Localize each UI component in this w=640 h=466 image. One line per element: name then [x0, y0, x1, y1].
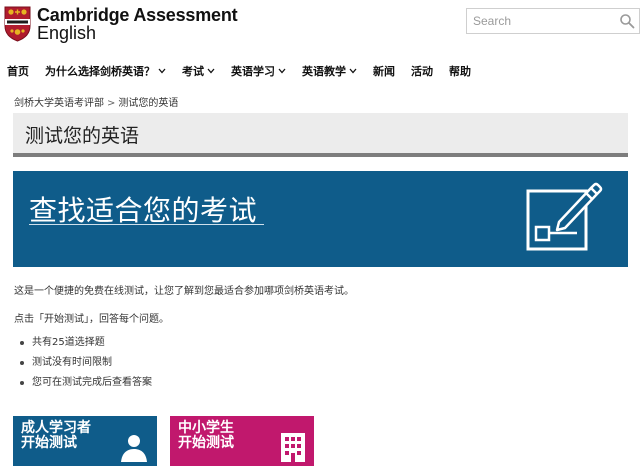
nav-label: 英语学习 — [231, 65, 275, 78]
school-student-start-button[interactable]: 中小学生 开始测试 — [170, 416, 314, 466]
nav-help[interactable]: 帮助 — [449, 63, 471, 79]
banner-title-underline — [29, 224, 264, 225]
cta-line-2: 开始测试 — [178, 435, 234, 451]
cta-line-1: 成人学习者 — [21, 420, 91, 436]
nav-label: 帮助 — [449, 65, 471, 78]
site-header: Cambridge Assessment English — [0, 0, 640, 56]
list-item-text: 共有25道选择题 — [32, 337, 105, 348]
nav-events[interactable]: 活动 — [411, 63, 433, 79]
chevron-down-icon — [349, 68, 357, 74]
breadcrumb-parent-link[interactable]: 剑桥大学英语考评部 — [14, 98, 104, 109]
bullet-dot — [20, 361, 24, 365]
chevron-down-icon — [278, 68, 286, 74]
brand-line-1: Cambridge Assessment — [37, 5, 238, 25]
search-box[interactable] — [466, 8, 640, 34]
cta-line-2: 开始测试 — [21, 435, 77, 451]
nav-label: 英语教学 — [302, 65, 346, 78]
nav-label: 为什么选择剑桥英语？ — [45, 65, 155, 78]
nav-news[interactable]: 新闻 — [373, 63, 395, 79]
search-input[interactable] — [467, 9, 607, 33]
page-title: 测试您的英语 — [25, 125, 140, 147]
nav-label: 活动 — [411, 65, 433, 78]
hero-banner: 查找适合您的考试 — [13, 171, 628, 267]
nav-label: 考试 — [182, 65, 204, 78]
list-item-text: 测试没有时间限制 — [32, 357, 112, 368]
breadcrumb-separator: > — [107, 98, 116, 109]
search-icon[interactable] — [619, 13, 635, 29]
list-item: 测试没有时间限制 — [20, 356, 152, 376]
instruction-text: 点击「开始测试」，回答每个问题。 — [14, 314, 169, 325]
banner-title: 查找适合您的考试 — [29, 194, 258, 227]
chevron-down-icon — [207, 68, 215, 74]
list-item-text: 您可在测试完成后查看答案 — [32, 377, 152, 388]
page-title-bar: 测试您的英语 — [13, 113, 628, 157]
feature-list: 共有25道选择题 测试没有时间限制 您可在测试完成后查看答案 — [20, 336, 152, 396]
pencil-form-icon — [526, 182, 603, 251]
nav-exams[interactable]: 考试 — [182, 63, 215, 79]
breadcrumb-current: 测试您的英语 — [118, 98, 179, 109]
cta-line-1: 中小学生 — [178, 420, 234, 436]
nav-label: 首页 — [7, 65, 29, 78]
bullet-dot — [20, 381, 24, 385]
list-item: 您可在测试完成后查看答案 — [20, 376, 152, 396]
list-item: 共有25道选择题 — [20, 336, 152, 356]
nav-label: 新闻 — [373, 65, 395, 78]
cambridge-shield-icon — [4, 6, 31, 42]
nav-home[interactable]: 首页 — [7, 63, 29, 79]
person-icon — [121, 435, 147, 462]
nav-learning-english[interactable]: 英语学习 — [231, 63, 286, 79]
building-icon — [281, 433, 305, 462]
brand-text: Cambridge Assessment English — [37, 5, 238, 43]
main-nav: 首页 为什么选择剑桥英语？ 考试 英语学习 英语教学 新闻 活动 帮助 — [0, 60, 487, 82]
brand-line-2: English — [37, 23, 97, 43]
breadcrumb: 剑桥大学英语考评部 > 测试您的英语 — [14, 94, 178, 109]
adult-learner-start-button[interactable]: 成人学习者 开始测试 — [13, 416, 157, 466]
cambridge-logo[interactable]: Cambridge Assessment English — [4, 5, 238, 43]
bullet-dot — [20, 341, 24, 345]
cta-label: 中小学生 开始测试 — [178, 421, 234, 451]
nav-why-cambridge[interactable]: 为什么选择剑桥英语？ — [45, 63, 166, 79]
intro-text: 这是一个便捷的免费在线测试，让您了解到您最适合参加哪项剑桥英语考试。 — [14, 286, 354, 297]
cta-label: 成人学习者 开始测试 — [21, 421, 91, 451]
nav-teaching-english[interactable]: 英语教学 — [302, 63, 357, 79]
chevron-down-icon — [158, 68, 166, 74]
